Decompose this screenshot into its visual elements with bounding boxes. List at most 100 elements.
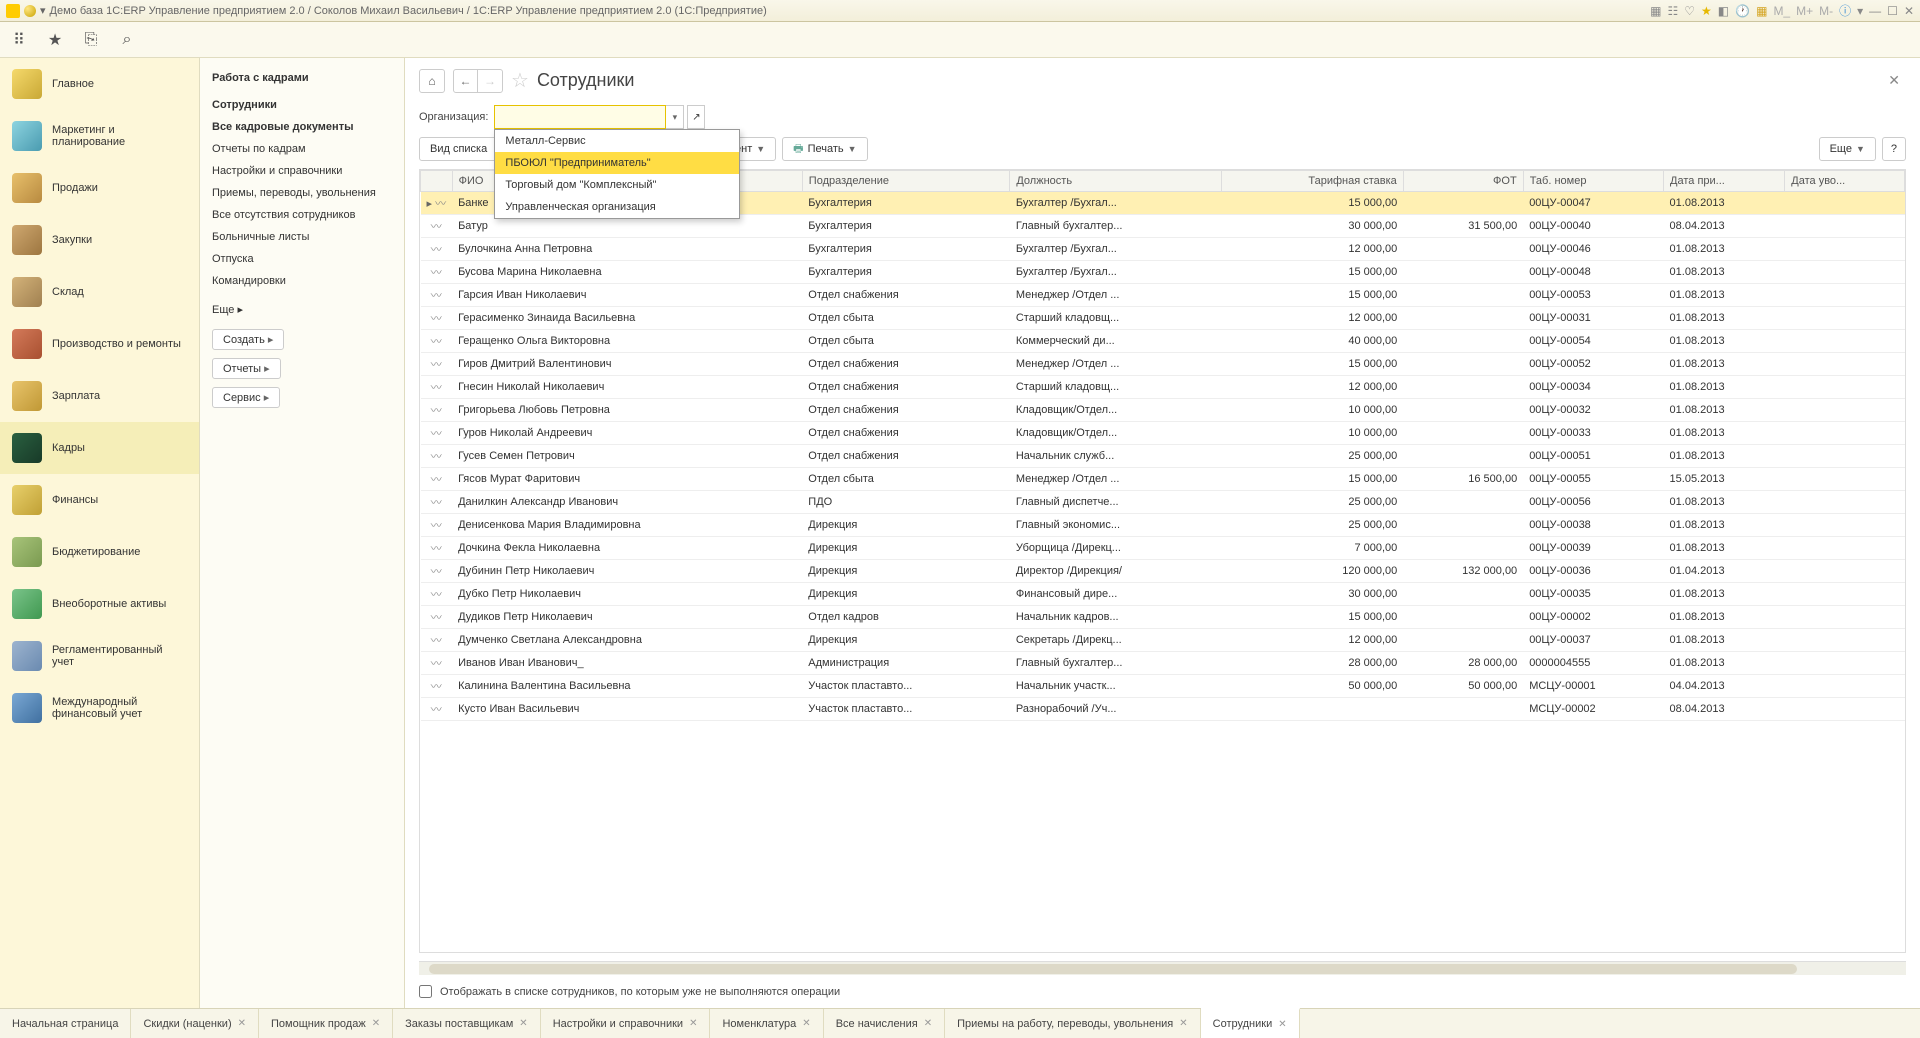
clipboard-icon[interactable]: ⎘ (82, 31, 100, 49)
table-row[interactable]: 〰 Герасименко Зинаида Васильевна Отдел с… (421, 307, 1905, 330)
bottom-tab[interactable]: Настройки и справочники✕ (541, 1009, 711, 1038)
subnav-more[interactable]: Еще ▸ (212, 298, 392, 321)
table-row[interactable]: 〰 Гарсия Иван Николаевич Отдел снабжения… (421, 284, 1905, 307)
column-header[interactable]: ФОТ (1403, 171, 1523, 192)
bottom-tab[interactable]: Сотрудники✕ (1201, 1008, 1300, 1038)
tab-close-icon[interactable]: ✕ (1278, 1019, 1286, 1030)
dropdown-option[interactable]: Управленческая организация (495, 196, 739, 218)
favorite-icon[interactable]: ★ (1701, 4, 1712, 18)
table-row[interactable]: 〰 Калинина Валентина Васильевна Участок … (421, 675, 1905, 698)
tb-icon-2[interactable]: ☷ (1668, 4, 1679, 18)
subnav-link[interactable]: Сотрудники (212, 94, 392, 116)
tb-icon-7[interactable]: ▦ (1756, 4, 1767, 18)
maximize-button[interactable]: ☐ (1887, 4, 1898, 18)
dropdown-option[interactable]: Торговый дом "Комплексный" (495, 174, 739, 196)
employees-table[interactable]: ФИОПодразделениеДолжностьТарифная ставка… (419, 169, 1906, 953)
favorite-toggle[interactable]: ☆ (511, 68, 529, 93)
nav-item-6[interactable]: Зарплата (0, 370, 199, 422)
subnav-link[interactable]: Командировки (212, 270, 392, 292)
dropdown-icon[interactable] (24, 5, 36, 17)
subnav-link[interactable]: Приемы, переводы, увольнения (212, 182, 392, 204)
tab-close-icon[interactable]: ✕ (519, 1018, 527, 1029)
table-row[interactable]: 〰 Данилкин Александр Иванович ПДО Главны… (421, 491, 1905, 514)
column-header[interactable]: Таб. номер (1523, 171, 1663, 192)
table-row[interactable]: 〰 Гиров Дмитрий Валентинович Отдел снабж… (421, 353, 1905, 376)
info-icon[interactable]: ⓘ (1839, 2, 1851, 19)
show-inactive-checkbox[interactable] (419, 985, 432, 998)
apps-icon[interactable]: ⠿ (10, 31, 28, 49)
org-dropdown-button[interactable]: ▾ (666, 105, 684, 129)
nav-item-8[interactable]: Финансы (0, 474, 199, 526)
home-button[interactable]: ⌂ (419, 69, 445, 93)
nav-item-3[interactable]: Закупки (0, 214, 199, 266)
tb-mminus[interactable]: M- (1819, 4, 1833, 18)
column-header[interactable]: Подразделение (802, 171, 1010, 192)
column-header[interactable]: Дата при... (1664, 171, 1785, 192)
dropdown-option[interactable]: Металл-Сервис (495, 130, 739, 152)
table-row[interactable]: 〰 Дубинин Петр Николаевич Дирекция Дирек… (421, 560, 1905, 583)
table-row[interactable]: 〰 Кусто Иван Васильевич Участок пластавт… (421, 698, 1905, 721)
print-button[interactable]: 🖶Печать▼ (782, 137, 867, 161)
table-row[interactable]: 〰 Денисенкова Мария Владимировна Дирекци… (421, 514, 1905, 537)
table-row[interactable]: 〰 Иванов Иван Иванович_ Администрация Гл… (421, 652, 1905, 675)
tab-close-icon[interactable]: ✕ (924, 1018, 932, 1029)
subnav-link[interactable]: Больничные листы (212, 226, 392, 248)
nav-item-12[interactable]: Международный финансовый учет (0, 682, 199, 734)
table-row[interactable]: 〰 Геращенко Ольга Викторовна Отдел сбыта… (421, 330, 1905, 353)
nav-item-10[interactable]: Внеоборотные активы (0, 578, 199, 630)
view-list-button[interactable]: Вид списка (419, 137, 498, 161)
nav-item-1[interactable]: Маркетинг и планирование (0, 110, 199, 162)
table-row[interactable]: 〰 Дочкина Фекла Николаевна Дирекция Убор… (421, 537, 1905, 560)
table-row[interactable]: 〰 Гясов Мурат Фаритович Отдел сбыта Мене… (421, 468, 1905, 491)
bottom-tab[interactable]: Все начисления✕ (824, 1009, 945, 1038)
tab-close-icon[interactable]: ✕ (802, 1018, 810, 1029)
table-row[interactable]: 〰 Гусев Семен Петрович Отдел снабжения Н… (421, 445, 1905, 468)
subnav-link[interactable]: Все отсутствия сотрудников (212, 204, 392, 226)
subnav-button[interactable]: Отчеты (212, 358, 281, 379)
table-row[interactable]: 〰 Дубко Петр Николаевич Дирекция Финансо… (421, 583, 1905, 606)
back-button[interactable]: ← (454, 70, 478, 92)
tab-close-icon[interactable]: ✕ (689, 1018, 697, 1029)
tb-icon-6[interactable]: 🕐 (1735, 4, 1750, 18)
nav-item-2[interactable]: Продажи (0, 162, 199, 214)
tb-icon-5[interactable]: ◧ (1718, 4, 1729, 18)
table-row[interactable]: 〰 Григорьева Любовь Петровна Отдел снабж… (421, 399, 1905, 422)
bottom-tab[interactable]: Помощник продаж✕ (259, 1009, 393, 1038)
search-icon[interactable]: ⌕ (118, 31, 136, 49)
column-header[interactable]: Тарифная ставка (1222, 171, 1403, 192)
nav-item-0[interactable]: Главное (0, 58, 199, 110)
table-row[interactable]: 〰 Булочкина Анна Петровна Бухгалтерия Бу… (421, 238, 1905, 261)
subnav-link[interactable]: Отчеты по кадрам (212, 138, 392, 160)
subnav-button[interactable]: Сервис (212, 387, 280, 408)
tb-m[interactable]: M_ (1773, 4, 1790, 18)
bottom-tab[interactable]: Номенклатура✕ (710, 1009, 823, 1038)
nav-item-11[interactable]: Регламентированный учет (0, 630, 199, 682)
tb-mplus[interactable]: M+ (1796, 4, 1813, 18)
minimize-button[interactable]: — (1869, 4, 1881, 18)
star-icon[interactable]: ★ (46, 31, 64, 49)
table-row[interactable]: 〰 Гнесин Николай Николаевич Отдел снабже… (421, 376, 1905, 399)
subnav-button[interactable]: Создать (212, 329, 284, 350)
org-input[interactable] (494, 105, 666, 129)
forward-button[interactable]: → (478, 70, 502, 92)
table-row[interactable]: 〰 Бусова Марина Николаевна Бухгалтерия Б… (421, 261, 1905, 284)
tab-close-icon[interactable]: ✕ (372, 1018, 380, 1029)
close-page-button[interactable]: ✕ (1882, 72, 1906, 89)
tb-icon-3[interactable]: ♡ (1684, 4, 1695, 18)
subnav-link[interactable]: Отпуска (212, 248, 392, 270)
bottom-tab[interactable]: Заказы поставщикам✕ (393, 1009, 541, 1038)
bottom-tab[interactable]: Приемы на работу, переводы, увольнения✕ (945, 1009, 1201, 1038)
nav-item-4[interactable]: Склад (0, 266, 199, 318)
horizontal-scrollbar[interactable] (419, 961, 1906, 975)
bottom-tab[interactable]: Скидки (наценки)✕ (131, 1009, 259, 1038)
column-header[interactable]: Дата уво... (1785, 171, 1905, 192)
tab-close-icon[interactable]: ✕ (238, 1018, 246, 1029)
help-button[interactable]: ? (1882, 137, 1906, 161)
more-button[interactable]: Еще▼ (1819, 137, 1876, 161)
nav-item-9[interactable]: Бюджетирование (0, 526, 199, 578)
bottom-tab[interactable]: Начальная страница (0, 1009, 131, 1038)
tb-icon-1[interactable]: ▦ (1650, 4, 1661, 18)
dropdown-option[interactable]: ПБОЮЛ "Предприниматель" (495, 152, 739, 174)
table-row[interactable]: 〰 Гуров Николай Андреевич Отдел снабжени… (421, 422, 1905, 445)
org-open-button[interactable]: ↗ (687, 105, 705, 129)
